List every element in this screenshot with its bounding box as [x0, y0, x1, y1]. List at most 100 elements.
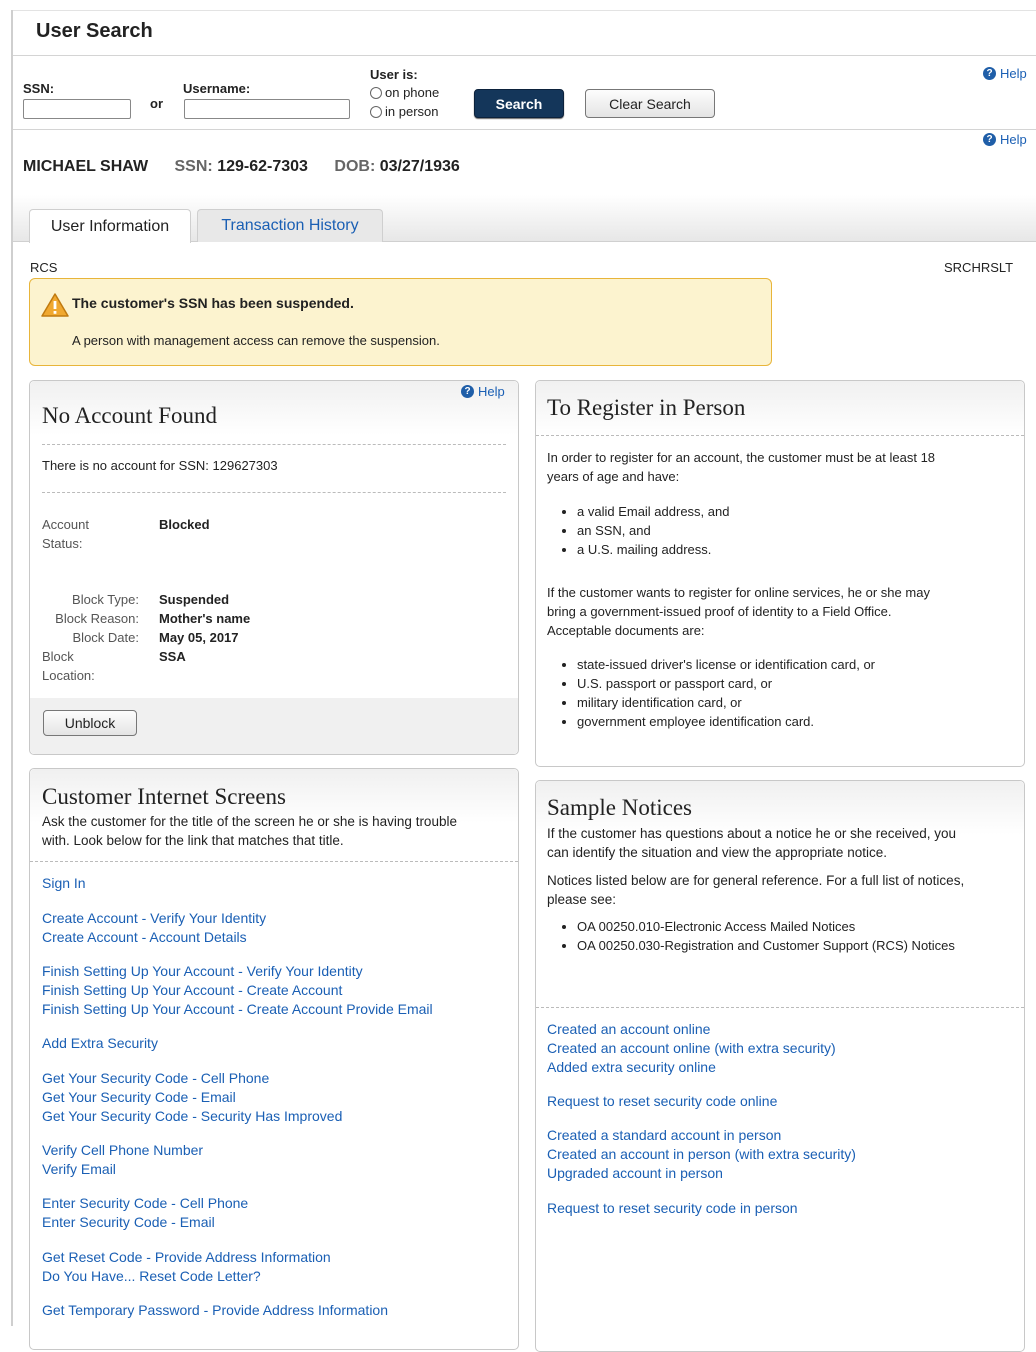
- block-date-value: May 05, 2017: [159, 630, 239, 645]
- list-item: an SSN, and: [577, 521, 729, 540]
- radio-circle-icon[interactable]: [370, 86, 382, 99]
- person-summary: MICHAEL SHAW SSN: 129-62-7303 DOB: 03/27…: [23, 158, 460, 176]
- screen-link[interactable]: Create Account - Verify Your Identity: [42, 910, 266, 926]
- username-label: Username:: [183, 81, 251, 96]
- page-title: User Search: [36, 20, 153, 42]
- divider: [536, 435, 1024, 436]
- top-divider: [13, 10, 1036, 11]
- screen-link[interactable]: Add Extra Security: [42, 1035, 158, 1051]
- dob-caption: DOB:: [334, 158, 376, 175]
- screen-link[interactable]: Verify Email: [42, 1161, 116, 1177]
- person-help-link[interactable]: ? Help: [983, 132, 1027, 147]
- divider: [30, 861, 518, 862]
- customer-internet-screens-panel: Customer Internet Screens Ask the custom…: [29, 768, 519, 1350]
- list-item: a U.S. mailing address.: [577, 540, 729, 559]
- account-status-label: Account: [42, 517, 89, 532]
- register-para-line-2: bring a government-issued proof of ident…: [547, 604, 892, 619]
- list-item: state-issued driver's license or identif…: [577, 655, 875, 674]
- search-help-link[interactable]: ? Help: [983, 66, 1027, 81]
- help-label: Help: [1000, 132, 1027, 147]
- notice-link[interactable]: Created an account online (with extra se…: [547, 1040, 836, 1056]
- radio-on-phone[interactable]: on phone: [370, 85, 439, 100]
- no-account-message: There is no account for SSN: 129627303: [42, 458, 278, 473]
- screen-link[interactable]: Get Your Security Code - Cell Phone: [42, 1070, 269, 1086]
- list-item: OA 00250.010-Electronic Access Mailed No…: [577, 917, 1007, 936]
- register-intro-line-2: years of age and have:: [547, 469, 680, 484]
- radio-in-person[interactable]: in person: [370, 104, 438, 119]
- screen-link[interactable]: Get Temporary Password - Provide Address…: [42, 1302, 388, 1318]
- tab-user-information[interactable]: User Information: [29, 209, 191, 243]
- no-account-title: No Account Found: [42, 403, 218, 428]
- person-name: MICHAEL SHAW: [23, 158, 149, 175]
- notice-link[interactable]: Created an account online: [547, 1021, 710, 1037]
- divider: [42, 444, 506, 445]
- documents-list: state-issued driver's license or identif…: [547, 655, 875, 731]
- register-title: To Register in Person: [547, 395, 746, 420]
- screen-link[interactable]: Get Reset Code - Provide Address Informa…: [42, 1249, 331, 1265]
- unblock-button[interactable]: Unblock: [43, 710, 137, 736]
- screen-link[interactable]: Get Your Security Code - Email: [42, 1089, 236, 1105]
- screen-link[interactable]: Get Your Security Code - Security Has Im…: [42, 1108, 342, 1124]
- screen-link[interactable]: Create Account - Account Details: [42, 929, 247, 945]
- notices-desc-line-2: can identify the situation and view the …: [547, 845, 887, 860]
- divider: [42, 492, 506, 493]
- block-location-value: SSA: [159, 649, 186, 664]
- block-location-label: Block: [42, 649, 74, 664]
- screen-link[interactable]: Verify Cell Phone Number: [42, 1142, 203, 1158]
- notice-link[interactable]: Upgraded account in person: [547, 1165, 723, 1181]
- screen-link[interactable]: Finish Setting Up Your Account - Create …: [42, 1001, 433, 1017]
- radio-circle-icon[interactable]: [370, 105, 382, 118]
- list-item: a valid Email address, and: [577, 502, 729, 521]
- screen-link[interactable]: Finish Setting Up Your Account - Create …: [42, 982, 342, 998]
- person-ssn: 129-62-7303: [217, 158, 308, 175]
- ssn-caption: SSN:: [174, 158, 213, 175]
- screens-desc-line-1: Ask the customer for the title of the sc…: [42, 814, 457, 829]
- list-item: military identification card, or: [577, 693, 875, 712]
- register-para-line-1: If the customer wants to register for on…: [547, 585, 930, 600]
- requirements-list: a valid Email address, and an SSN, and a…: [547, 502, 729, 559]
- person-dob: 03/27/1936: [379, 158, 460, 175]
- user-search-page: User Search SSN: or Username: User is: o…: [13, 10, 1036, 1352]
- notice-link[interactable]: Added extra security online: [547, 1059, 716, 1075]
- notices-desc-line-4: please see:: [547, 892, 617, 907]
- clear-search-button[interactable]: Clear Search: [585, 89, 715, 118]
- alert-body: A person with management access can remo…: [72, 333, 440, 348]
- screens-title: Customer Internet Screens: [42, 784, 286, 809]
- suspension-alert: The customer's SSN has been suspended. A…: [29, 278, 772, 366]
- username-input[interactable]: [184, 99, 350, 119]
- screen-code-right: SRCHRSLT: [944, 260, 1014, 275]
- block-reason-label: Block Reason:: [55, 611, 139, 626]
- or-label: or: [150, 96, 163, 111]
- screen-link-sign-in[interactable]: Sign In: [42, 875, 86, 891]
- list-item: government employee identification card.: [577, 712, 875, 731]
- screen-link[interactable]: Do You Have... Reset Code Letter?: [42, 1268, 261, 1284]
- screen-link[interactable]: Finish Setting Up Your Account - Verify …: [42, 963, 363, 979]
- warning-icon: [41, 293, 69, 317]
- sample-notices-panel: Sample Notices If the customer has quest…: [535, 780, 1025, 1352]
- register-in-person-panel: To Register in Person In order to regist…: [535, 380, 1025, 767]
- ssn-input[interactable]: [23, 99, 131, 119]
- title-divider: [13, 55, 1036, 56]
- screen-link[interactable]: Enter Security Code - Cell Phone: [42, 1195, 248, 1211]
- screen-link[interactable]: Enter Security Code - Email: [42, 1214, 215, 1230]
- notices-desc-line-3: Notices listed below are for general ref…: [547, 873, 965, 888]
- search-button[interactable]: Search: [474, 89, 564, 118]
- alert-title: The customer's SSN has been suspended.: [72, 295, 354, 311]
- notice-link[interactable]: Created an account in person (with extra…: [547, 1146, 856, 1162]
- block-type-label: Block Type:: [72, 592, 139, 607]
- no-account-panel: ? Help No Account Found There is no acco…: [29, 380, 519, 755]
- user-is-label: User is:: [370, 67, 418, 82]
- no-account-help-link[interactable]: ? Help: [461, 384, 505, 399]
- help-icon: ?: [983, 67, 996, 80]
- notice-link[interactable]: Request to reset security code online: [547, 1093, 777, 1109]
- list-item: OA 00250.030-Registration and Customer S…: [577, 936, 1007, 955]
- notice-references-list: OA 00250.010-Electronic Access Mailed No…: [547, 917, 1007, 955]
- notice-link[interactable]: Created a standard account in person: [547, 1127, 781, 1143]
- notice-link[interactable]: Request to reset security code in person: [547, 1200, 798, 1216]
- block-type-value: Suspended: [159, 592, 230, 607]
- tab-transaction-history[interactable]: Transaction History: [197, 209, 383, 242]
- help-label: Help: [1000, 66, 1027, 81]
- help-label: Help: [478, 384, 505, 399]
- block-reason-value: Mother's name: [159, 611, 251, 626]
- block-location-label-2: Location:: [42, 668, 95, 683]
